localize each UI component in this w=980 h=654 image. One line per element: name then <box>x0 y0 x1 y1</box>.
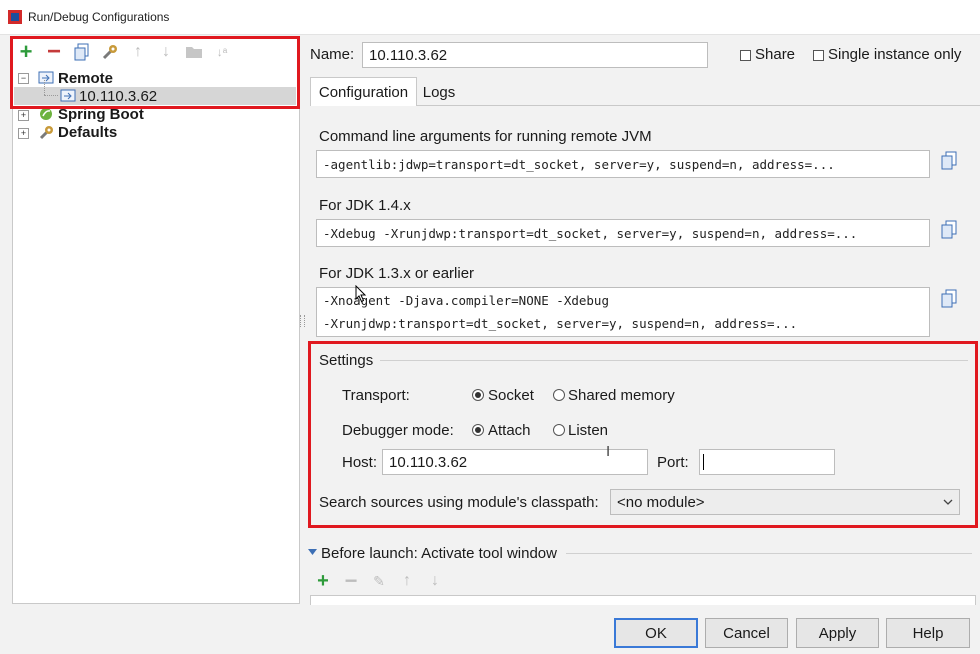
cancel-button[interactable]: Cancel <box>705 618 788 648</box>
expand-defaults-icon[interactable]: + <box>18 128 29 139</box>
before-launch-edit-icon[interactable]: ✎ <box>369 571 389 591</box>
highlight-box <box>308 341 978 528</box>
before-launch-down-icon[interactable]: ↓ <box>425 571 445 591</box>
jdk13-field[interactable]: -Xnoagent -Djava.compiler=NONE -Xdebug -… <box>316 287 930 337</box>
jdk14-field[interactable]: -Xdebug -Xrunjdwp:transport=dt_socket, s… <box>316 219 930 247</box>
name-value: 10.110.3.62 <box>369 46 448 64</box>
share-checkbox[interactable] <box>740 50 751 61</box>
tab-logs[interactable]: Logs <box>418 79 460 106</box>
cmd-title: Command line arguments for running remot… <box>319 128 652 145</box>
jdk13-line: -Xrunjdwp:transport=dt_socket, server=y,… <box>323 316 798 331</box>
share-label: Share <box>755 46 796 63</box>
cmd-args-value: -agentlib:jdwp=transport=dt_socket, serv… <box>323 156 835 172</box>
single-instance-label: Single instance only <box>828 46 962 63</box>
collapse-triangle-icon[interactable] <box>308 548 317 556</box>
app-icon <box>8 10 22 24</box>
jdk14-value: -Xdebug -Xrunjdwp:transport=dt_socket, s… <box>323 225 858 241</box>
before-launch-up-icon[interactable]: ↑ <box>397 571 417 591</box>
window-title: Run/Debug Configurations <box>28 10 170 24</box>
jdk14-title: For JDK 1.4.x <box>319 197 411 214</box>
name-field[interactable]: 10.110.3.62 <box>362 42 708 68</box>
button-label: Help <box>912 624 944 642</box>
before-launch-title: Before launch: Activate tool window <box>321 545 557 562</box>
expand-spring-boot-icon[interactable]: + <box>18 110 29 121</box>
jdk13-title: For JDK 1.3.x or earlier <box>319 265 475 282</box>
copy-jdk13-icon[interactable] <box>940 289 958 309</box>
button-label: Apply <box>818 624 857 642</box>
mouse-cursor-icon <box>355 285 367 303</box>
ok-button[interactable]: OK <box>614 618 698 648</box>
tree-item-defaults[interactable]: Defaults <box>58 123 117 141</box>
cmd-args-field[interactable]: -agentlib:jdwp=transport=dt_socket, serv… <box>316 150 930 178</box>
before-launch-add-icon[interactable]: + <box>313 571 333 591</box>
before-launch-remove-icon[interactable]: − <box>341 570 361 592</box>
before-launch-divider <box>566 553 972 554</box>
help-button[interactable]: Help <box>886 618 970 648</box>
title-bar: Run/Debug Configurations <box>0 0 980 35</box>
tab-label: Logs <box>422 84 456 101</box>
tab-label: Configuration <box>318 83 409 101</box>
copy-jdk14-icon[interactable] <box>940 220 958 240</box>
tab-configuration[interactable]: Configuration <box>310 77 417 106</box>
button-label: OK <box>645 624 667 642</box>
name-label: Name: <box>310 46 355 63</box>
tree-item-label: Defaults <box>58 123 118 141</box>
button-label: Cancel <box>723 624 770 642</box>
splitter-handle[interactable] <box>300 315 305 327</box>
copy-cmd-icon[interactable] <box>940 151 958 171</box>
defaults-wrench-icon <box>39 126 53 140</box>
single-instance-checkbox[interactable] <box>813 50 824 61</box>
highlight-box <box>10 36 300 109</box>
apply-button[interactable]: Apply <box>796 618 879 648</box>
